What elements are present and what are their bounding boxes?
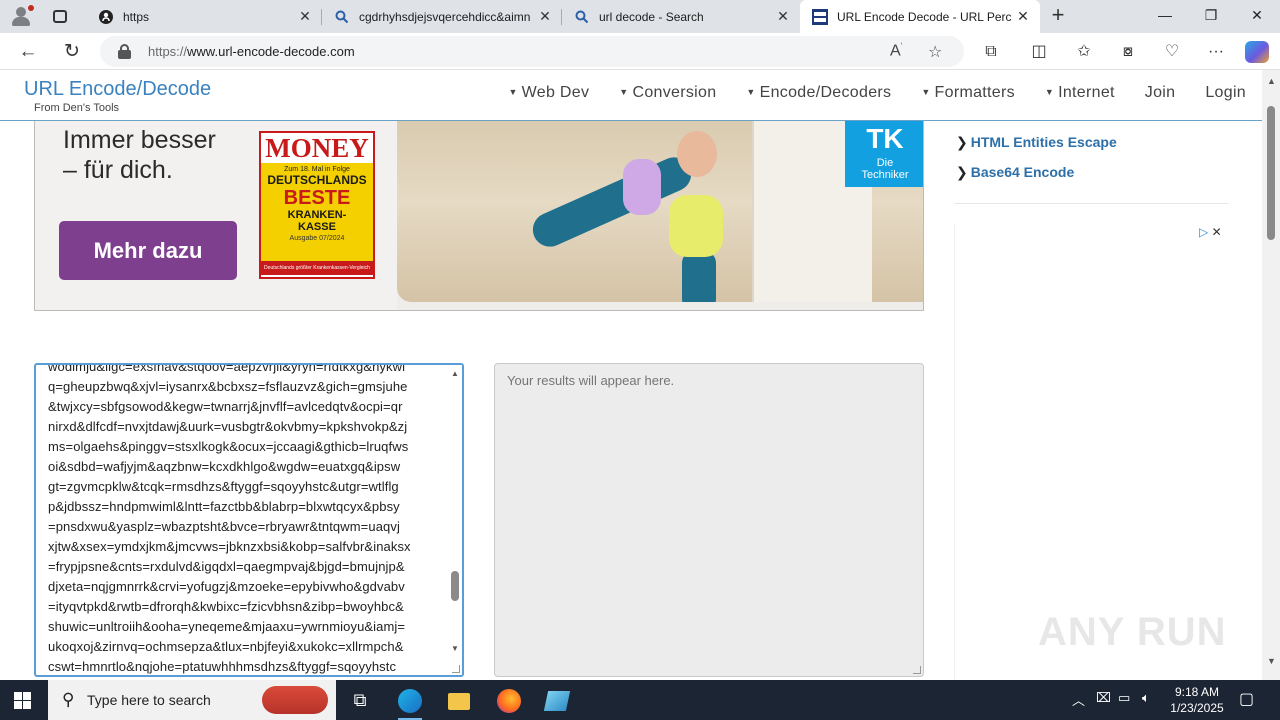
sidebar-link-base64-encode[interactable]: ❯ Base64 Encode [956,164,1074,181]
profile-avatar-icon[interactable] [8,4,34,28]
textarea-scrollbar[interactable]: ▲ ▼ [448,365,462,675]
close-window-icon[interactable]: ✕ [1234,0,1280,33]
browser-essentials-icon[interactable]: ♡ [1159,40,1185,64]
back-arrow-icon[interactable]: ← [14,39,42,65]
network-icon[interactable]: ▭ [1118,690,1130,706]
tab-title: https [123,9,150,24]
nav-internet[interactable]: ▼ Internet [1045,84,1115,102]
search-highlight-icon [262,686,328,714]
edge-taskbar-icon[interactable] [386,680,434,720]
caret-down-icon: ▼ [619,87,629,97]
file-explorer-icon[interactable] [435,680,483,720]
site-favicon-icon [812,8,828,25]
minimize-icon[interactable]: — [1142,0,1188,33]
taskbar-search-placeholder: Type here to search [87,692,211,708]
advertiser-logo: TK Die Techniker [845,121,923,187]
resize-grip-icon[interactable] [452,665,460,673]
app-taskbar-icon[interactable] [533,680,581,720]
chevron-right-icon: ❯ [956,134,968,150]
input-textarea[interactable]: wodimju&ligc=exsfnav&stqoov=aepzvrjil&yr… [34,363,464,677]
windows-start-icon[interactable] [14,692,31,709]
nav-encode-decoders[interactable]: ▼ Encode/Decoders [746,84,891,102]
nav-formatters[interactable]: ▼ Formatters [921,84,1015,102]
site-brand-subtitle: From Den's Tools [34,102,120,114]
lock-icon[interactable] [118,44,131,59]
site-brand[interactable]: URL Encode/Decode [24,78,211,101]
ad-text-panel: Immer besser – für dich. Mehr dazu MONEY … [35,121,397,310]
site-header: URL Encode/Decode From Den's Tools ▼ Web … [0,70,1262,121]
windows-taskbar: ⚲ Type here to search ⧉ ︿ ⌧ ▭ 🔈︎ 9:18 AM… [0,680,1280,720]
browser-toolbar: ← ↻ https://www.url-encode-decode.com Aʼ… [0,33,1280,70]
taskbar-clock[interactable]: 9:18 AM 1/23/2025 [1164,684,1230,716]
split-screen-icon[interactable]: ◫ [1026,40,1052,64]
tab-title: cgdrhyhsdjejsvqercehdicc&aimn [359,9,531,24]
search-icon: ⚲ [62,690,75,709]
caret-down-icon: ▼ [1044,87,1055,97]
top-navigation: ▼ Web Dev ▼ Conversion ▼ Encode/Decoders ▼ F… [478,84,1246,102]
caret-down-icon: ▼ [746,87,756,97]
more-menu-icon[interactable]: ··· [1203,40,1229,64]
nav-login[interactable]: Login [1205,84,1246,102]
ad-cta-button[interactable]: Mehr dazu [59,221,237,280]
scroll-down-icon[interactable]: ▼ [451,644,459,653]
volume-icon[interactable]: 🔈︎ [1142,690,1150,706]
scroll-up-icon[interactable]: ▲ [1267,76,1276,86]
ad-award-badge: MONEY Zum 18. Mal in Folge DEUTSCHLANDS … [259,131,375,279]
scroll-up-icon[interactable]: ▲ [451,369,459,378]
url-text[interactable]: https://www.url-encode-decode.com [148,44,355,59]
page-scrollbar[interactable]: ▲ ▼ [1262,70,1280,680]
favorite-star-icon[interactable]: ☆ [928,42,942,62]
new-tab-icon[interactable]: + [1046,4,1070,28]
notifications-icon[interactable]: ▢ [1239,689,1254,709]
browser-tab-strip: https ✕ cgdrhyhsdjejsvqercehdicc&aimn ✕ … [0,0,1280,33]
output-textarea[interactable]: Your results will appear here. [494,363,924,677]
input-text[interactable]: wodimju&ligc=exsfnav&stqoov=aepzvrjil&yr… [48,365,440,675]
close-tab-icon[interactable]: ✕ [1012,8,1034,25]
ad-choices-icon[interactable]: ▷ ✕ [1199,225,1222,239]
tab-actions-icon[interactable] [48,7,72,27]
browser-tab-1[interactable]: https ✕ [86,0,322,33]
taskbar-search-box[interactable]: ⚲ Type here to search [48,680,336,720]
collections-icon[interactable]: ⧇ [1115,40,1141,64]
close-tab-icon[interactable]: ✕ [772,8,794,25]
task-view-icon[interactable]: ⧉ [336,680,384,720]
scroll-down-icon[interactable]: ▼ [1267,656,1276,666]
watermark: ANY RUN [1038,610,1227,654]
nav-web-dev[interactable]: ▼ Web Dev [508,84,589,102]
browser-tab-3[interactable]: url decode - Search ✕ [562,0,800,33]
close-tab-icon[interactable]: ✕ [534,8,556,25]
sidebar-link-html-entities-escape[interactable]: ❯ HTML Entities Escape [956,134,1117,151]
refresh-icon[interactable]: ↻ [58,39,86,65]
page-viewport: URL Encode/Decode From Den's Tools ▼ Web … [0,70,1262,680]
ad-photo: TK Die Techniker [397,121,923,302]
chevron-right-icon: ❯ [956,164,968,180]
favorites-icon[interactable]: ✩ [1071,40,1097,64]
tab-title: URL Encode Decode - URL Percen [837,9,1012,24]
tray-chevron-icon[interactable]: ︿ [1072,690,1085,709]
ad-headline: Immer besser – für dich. [63,126,216,184]
browser-tab-2[interactable]: cgdrhyhsdjejsvqercehdicc&aimn ✕ [322,0,562,33]
github-icon [98,9,114,25]
firefox-icon[interactable] [485,680,533,720]
read-aloud-icon[interactable]: Aʼ [890,42,902,60]
browser-tab-4-active[interactable]: URL Encode Decode - URL Percen ✕ [800,0,1040,33]
close-tab-icon[interactable]: ✕ [294,8,316,25]
nav-join[interactable]: Join [1145,84,1176,102]
tray-device-icon[interactable]: ⌧ [1096,690,1111,706]
search-icon [334,9,350,25]
resize-grip-icon[interactable] [913,666,921,674]
nav-conversion[interactable]: ▼ Conversion [619,84,716,102]
caret-down-icon: ▼ [921,87,931,97]
advertisement-banner[interactable]: Immer besser – für dich. Mehr dazu MONEY … [34,121,924,311]
output-placeholder: Your results will appear here. [507,373,675,388]
tab-title: url decode - Search [599,9,704,24]
restore-icon[interactable]: ❐ [1188,0,1234,33]
caret-down-icon: ▼ [508,87,518,97]
extensions-icon[interactable]: ⧉ [978,40,1004,64]
address-bar[interactable]: https://www.url-encode-decode.com Aʼ ☆ [100,36,964,67]
copilot-icon[interactable] [1245,41,1269,63]
search-icon [574,9,590,25]
